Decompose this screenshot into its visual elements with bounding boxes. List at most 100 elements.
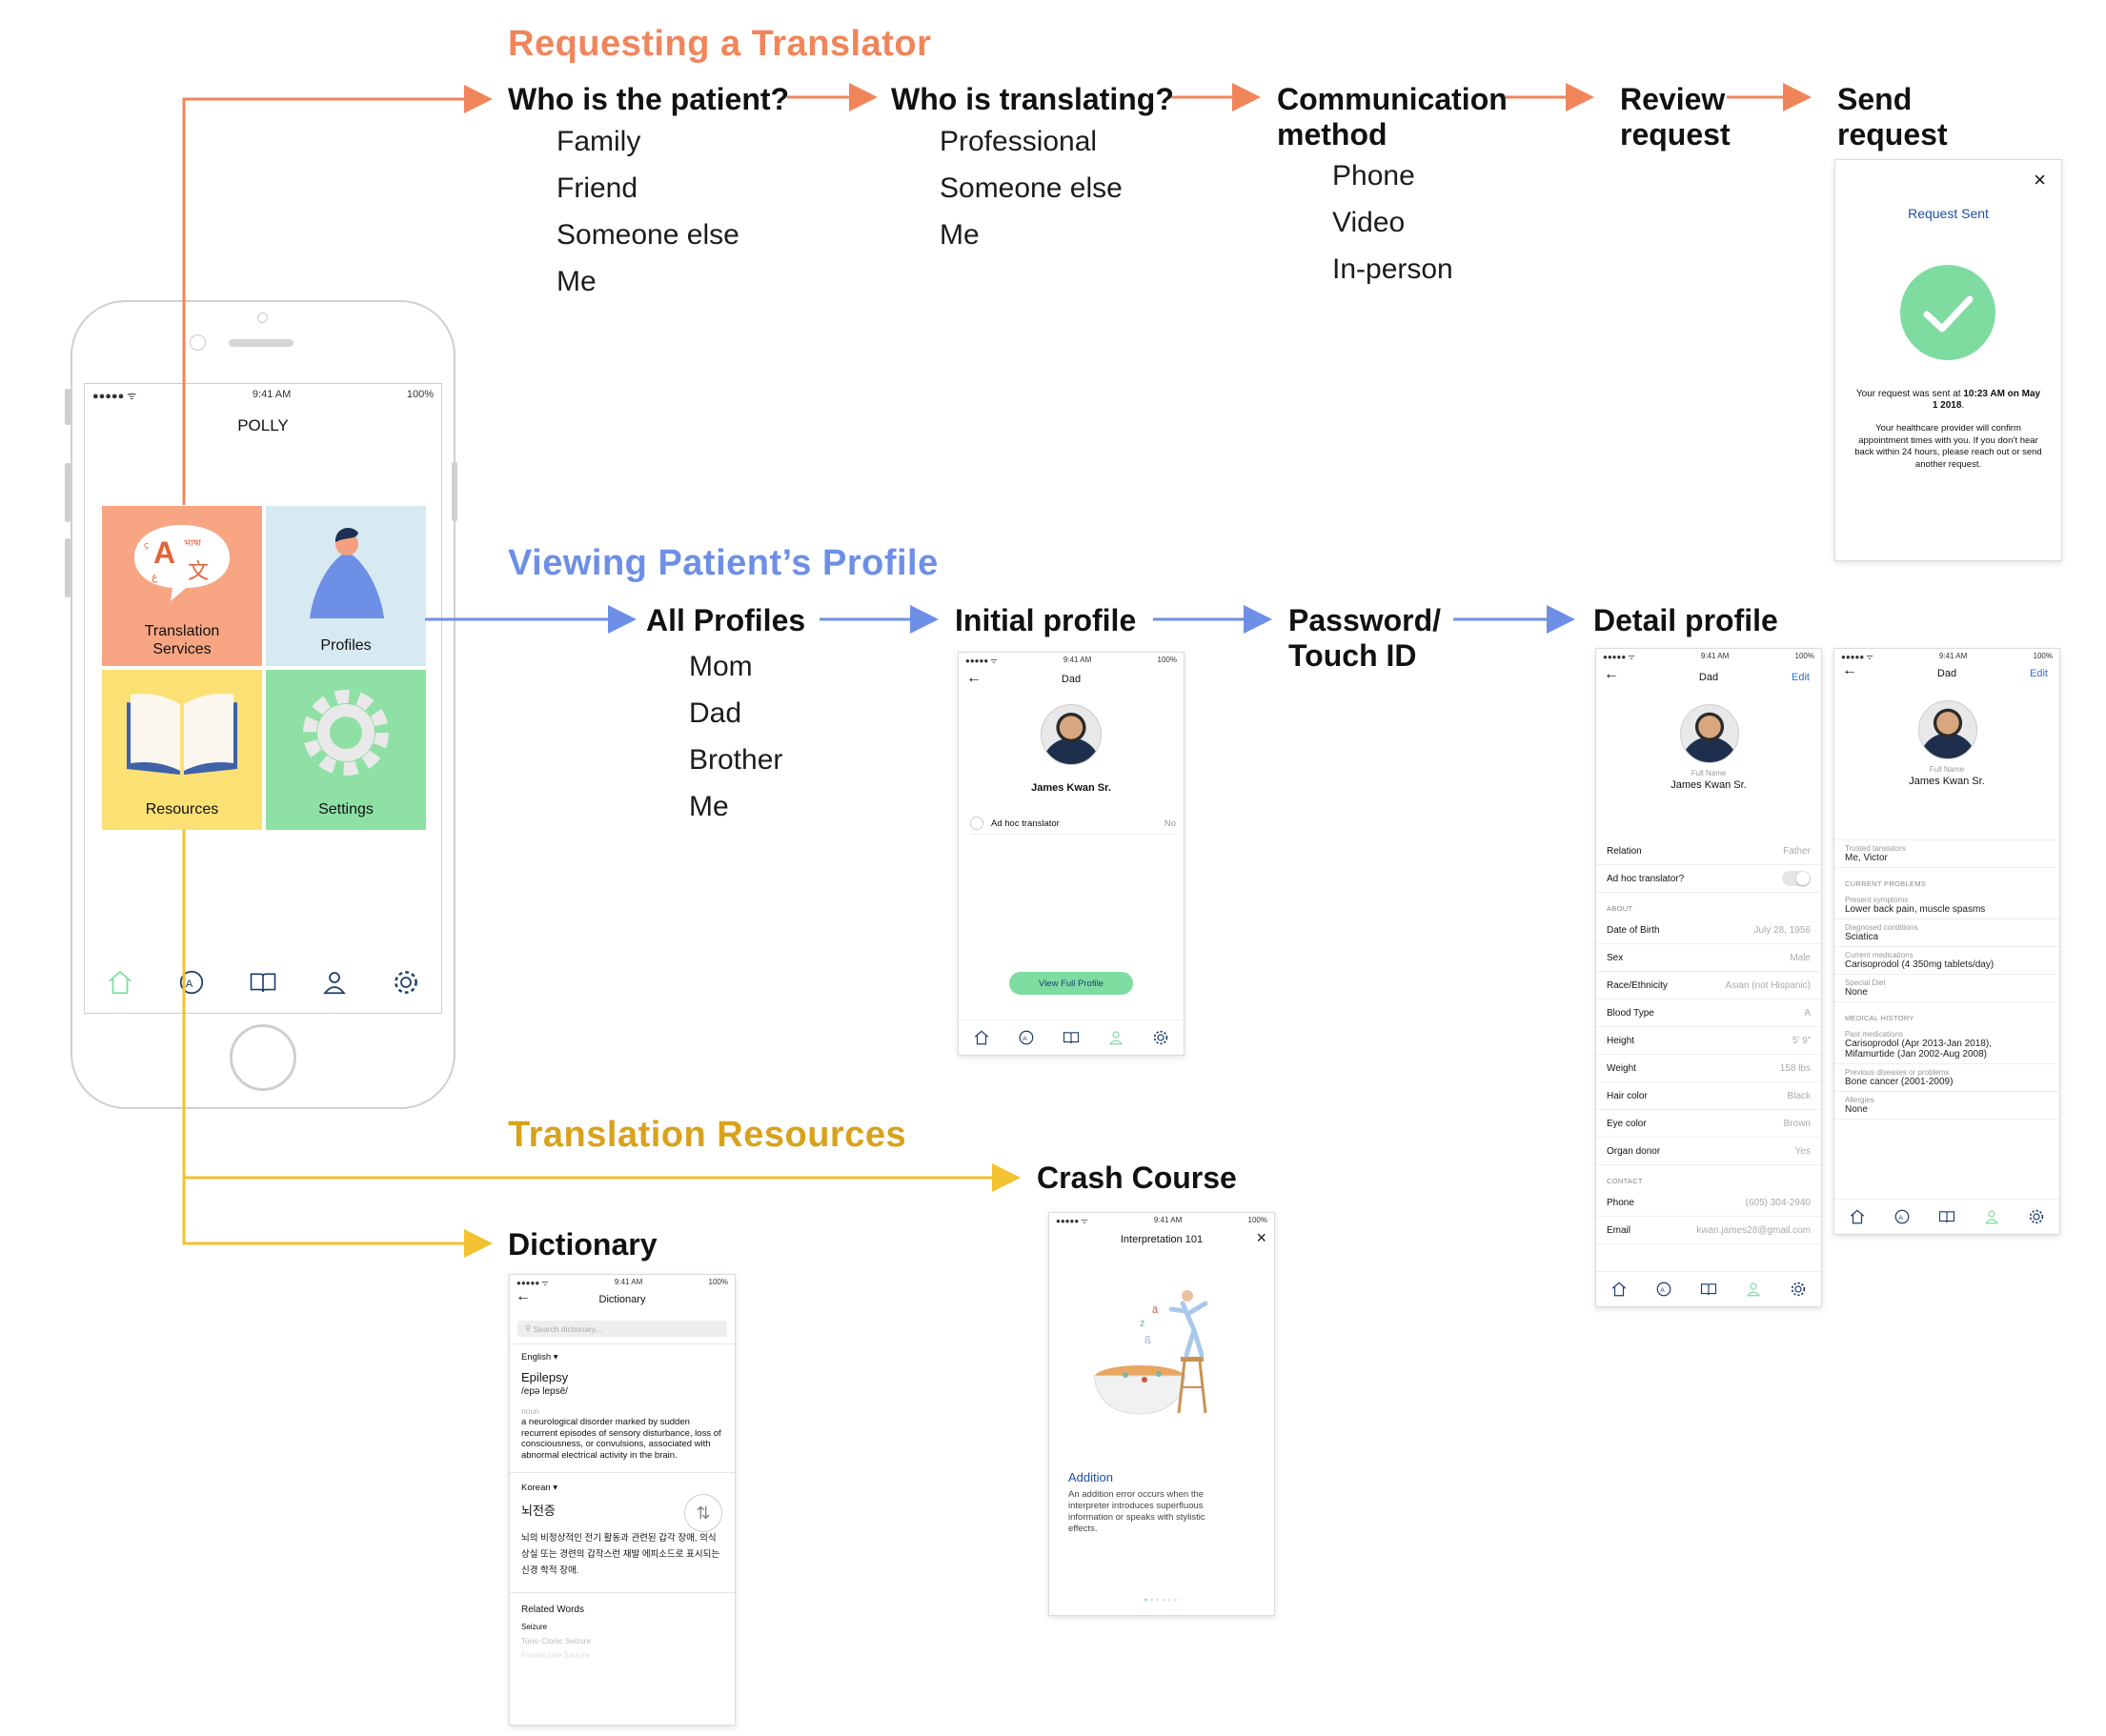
status-bar: ●●●●● ᯤ 9:41 AM 100% <box>510 1275 735 1288</box>
option-phone[interactable]: Phone <box>1332 152 1453 199</box>
detail-row: Weight 158 lbs <box>1596 1055 1821 1082</box>
row-value: 5’ 9” <box>1792 1035 1811 1046</box>
carrier: ●●●●● ᯤ <box>92 391 137 402</box>
book-icon[interactable] <box>1062 1028 1081 1047</box>
edit-button[interactable]: Edit <box>2030 668 2048 679</box>
tile-resources[interactable]: Resources <box>102 670 262 830</box>
option-someone-else[interactable]: Someone else <box>557 212 739 258</box>
close-icon[interactable]: × <box>2034 168 2046 192</box>
toggle-switch[interactable] <box>1782 871 1811 886</box>
word: Epilepsy <box>521 1370 569 1384</box>
step-who-is-translating: Who is translating? <box>891 82 1174 116</box>
person-icon <box>310 528 384 618</box>
field-value: None <box>1845 987 1868 998</box>
field-value: None <box>1845 1104 1868 1115</box>
step-crash-course: Crash Course <box>1037 1161 1237 1195</box>
option-dad[interactable]: Dad <box>689 690 782 737</box>
option-family[interactable]: Family <box>557 118 739 165</box>
field-label: Trusted tanslators <box>1845 844 1906 853</box>
view-full-profile-button[interactable]: View Full Profile <box>1009 972 1133 995</box>
tile-translation-services[interactable]: A 文 भाषा ع ç Translation Services <box>102 506 262 666</box>
step-who-is-patient: Who is the patient? <box>508 82 790 116</box>
svg-text:文: 文 <box>188 560 209 584</box>
svg-text:A: A <box>1898 1215 1903 1221</box>
mute-switch <box>65 389 71 425</box>
translate-icon[interactable]: A <box>177 968 206 1001</box>
option-me[interactable]: Me <box>940 212 1123 258</box>
lang-select-korean[interactable]: Korean ▾ <box>510 1473 735 1493</box>
home-icon[interactable] <box>1610 1280 1629 1299</box>
row-label: Date of Birth <box>1607 924 1660 936</box>
time: 9:41 AM <box>614 1278 643 1286</box>
gear-icon[interactable] <box>2027 1207 2046 1226</box>
translate-icon[interactable]: A <box>1893 1207 1912 1226</box>
contact-rows: Phone (605) 304-2940 Email kwan.james28@gma… <box>1596 1189 1821 1244</box>
home-icon[interactable] <box>1848 1207 1867 1226</box>
trusted-translators: Trusted tanslators Me, Victor <box>1834 840 2059 868</box>
gear-icon[interactable] <box>1151 1028 1170 1047</box>
option-mom[interactable]: Mom <box>689 643 782 690</box>
svg-text:ç: ç <box>144 541 149 551</box>
profile-icon[interactable] <box>1106 1028 1125 1047</box>
row-label: Organ donor <box>1607 1145 1661 1157</box>
page-dots[interactable]: ●●●●●● <box>1049 1597 1274 1604</box>
home-button[interactable] <box>230 1024 296 1091</box>
profile-icon[interactable] <box>320 968 349 1001</box>
adhoc-row[interactable]: Ad hoc translator No <box>970 813 1176 835</box>
detail-field: Special Diet None <box>1834 975 2059 1002</box>
option-brother[interactable]: Brother <box>689 737 782 783</box>
profile-icon[interactable] <box>1982 1207 2001 1226</box>
svg-text:A: A <box>1660 1287 1665 1294</box>
screen-header: Dad <box>1698 672 1719 683</box>
related-word[interactable]: Seizure <box>510 1621 735 1631</box>
lang-select-english[interactable]: English ▾ <box>510 1344 735 1363</box>
tile-settings[interactable]: Settings <box>266 670 426 830</box>
book-icon[interactable] <box>249 968 277 1001</box>
home-icon[interactable] <box>106 968 134 1001</box>
tile-profiles[interactable]: Profiles <box>266 506 426 666</box>
volume-up-button <box>65 463 71 522</box>
option-me[interactable]: Me <box>689 783 782 830</box>
option-professional[interactable]: Professional <box>940 118 1123 165</box>
battery: 100% <box>406 389 434 400</box>
term-description: An addition error occurs when the interp… <box>1068 1489 1205 1534</box>
option-friend[interactable]: Friend <box>557 165 739 212</box>
related-word[interactable]: Frontal lobe Seizure <box>510 1645 735 1660</box>
patient-name: James Kwan Sr. <box>1909 776 1985 787</box>
option-someone-else[interactable]: Someone else <box>940 165 1123 212</box>
option-me[interactable]: Me <box>557 258 739 305</box>
phonetic: /epə lepsē/ <box>521 1386 568 1397</box>
detail-field: Current medications Carisoprodol (4 350mg… <box>1834 947 2059 975</box>
book-icon[interactable] <box>1699 1280 1718 1299</box>
volume-down-button <box>65 538 71 597</box>
crash-course-screen: ●●●●● ᯤ 9:41 AM 100% Interpretation 101 × … <box>1048 1212 1275 1616</box>
battery: 100% <box>708 1278 728 1286</box>
gear-icon[interactable] <box>392 968 420 1001</box>
translate-icon[interactable]: A <box>1654 1280 1673 1299</box>
row-label: Weight <box>1607 1062 1636 1074</box>
radio-icon[interactable] <box>970 817 983 830</box>
search-input[interactable]: ⚲ Search dictionary... <box>517 1321 727 1337</box>
row-label: Phone <box>1607 1197 1634 1208</box>
row-label: Eye color <box>1607 1118 1647 1129</box>
close-icon[interactable]: × <box>1256 1228 1266 1248</box>
sent-info-text: Your healthcare provider will confirm ap… <box>1854 423 2042 470</box>
edit-button[interactable]: Edit <box>1792 672 1810 683</box>
svg-text:z: z <box>1140 1318 1145 1329</box>
avatar <box>1041 704 1102 765</box>
home-icon[interactable] <box>972 1028 991 1047</box>
swap-language-icon[interactable]: ⇅ <box>684 1494 722 1532</box>
tile-label: Settings <box>318 801 374 818</box>
profile-icon[interactable] <box>1744 1280 1763 1299</box>
definition: a neurological disorder marked by sudden… <box>510 1416 735 1473</box>
camera <box>257 313 268 323</box>
related-word[interactable]: Tonic-Clonic Seizure <box>510 1631 735 1645</box>
status-bar: ●●●●● ᯤ 9:41 AM 100% <box>1834 649 2059 662</box>
option-in-person[interactable]: In-person <box>1332 246 1453 293</box>
row-value: A <box>1804 1007 1811 1019</box>
gear-icon[interactable] <box>1789 1280 1808 1299</box>
translate-icon[interactable]: A <box>1017 1028 1036 1047</box>
option-video[interactable]: Video <box>1332 199 1453 246</box>
related-words-title: Related Words <box>521 1605 584 1615</box>
book-icon[interactable] <box>1937 1207 1956 1226</box>
